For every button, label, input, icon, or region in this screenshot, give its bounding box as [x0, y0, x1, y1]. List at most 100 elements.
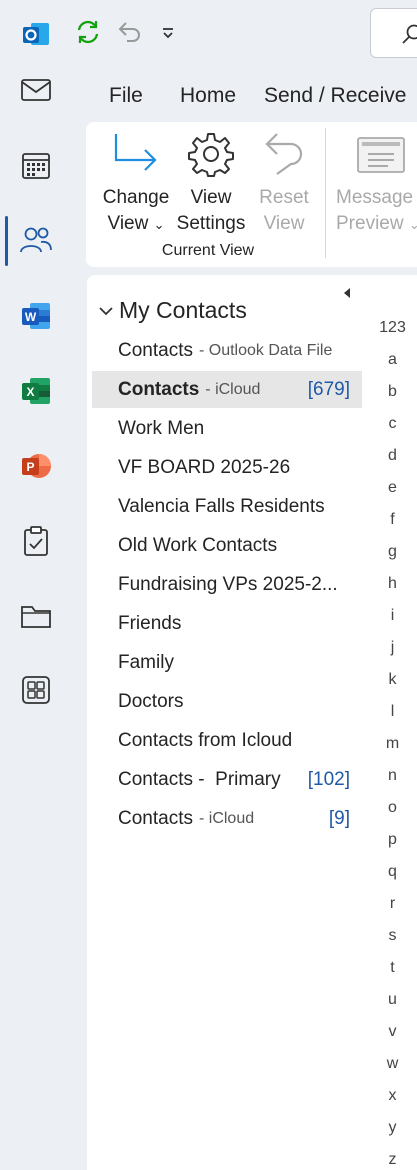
tasks-icon[interactable] [14, 519, 58, 563]
folder-vf-board[interactable]: VF BOARD 2025-26 [92, 449, 362, 486]
folder-contacts-primary[interactable]: Contacts - Primary [102] [92, 761, 362, 798]
folder-contacts-from-icloud[interactable]: Contacts from Icloud [92, 722, 362, 759]
change-view-label2: View [107, 213, 149, 234]
alphabet-index-item[interactable]: s [368, 927, 417, 945]
word-icon[interactable]: W [14, 294, 58, 338]
folder-icon[interactable] [14, 594, 58, 638]
folder-name: VF BOARD 2025-26 [118, 456, 291, 478]
alphabet-index-item[interactable]: c [368, 415, 417, 433]
chevron-down-icon: ⌄ [153, 217, 165, 232]
reset-view-button[interactable]: Reset View [252, 185, 316, 237]
tab-send-receive[interactable]: Send / Receive [264, 84, 406, 108]
alphabet-index-item[interactable]: z [368, 1151, 417, 1169]
collapse-pane-icon[interactable] [339, 285, 355, 301]
message-preview-icon [356, 134, 406, 181]
reset-view-label2: View [263, 213, 305, 234]
ribbon: Change View ⌄ View Settings Reset View M… [86, 122, 417, 267]
folder-contacts-outlook-data-file[interactable]: Contacts - Outlook Data File [92, 332, 362, 369]
alphabet-index-item[interactable]: r [368, 895, 417, 913]
folder-name: Fundraising VPs 2025-2... [118, 573, 338, 595]
section-title: My Contacts [119, 297, 247, 323]
svg-text:W: W [25, 310, 37, 324]
ribbon-separator [325, 128, 326, 258]
folder-name: Work Men [118, 417, 205, 439]
change-view-button[interactable]: Change View ⌄ [94, 185, 178, 238]
customize-toolbar-icon[interactable] [155, 20, 181, 46]
message-preview-label: Message [336, 187, 414, 208]
folder-count: [9] [328, 807, 350, 829]
reset-view-icon [261, 130, 307, 183]
powerpoint-icon[interactable]: P [14, 444, 58, 488]
folder-work-men[interactable]: Work Men [92, 410, 362, 447]
alphabet-index-item[interactable]: p [368, 831, 417, 849]
alphabet-index-item[interactable]: 123 [368, 319, 417, 337]
chevron-down-icon: ⌄ [408, 217, 417, 232]
folder-name: Family [118, 651, 174, 673]
alphabet-index-item[interactable]: e [368, 479, 417, 497]
alphabet-index-item[interactable]: f [368, 511, 417, 529]
view-settings-label: View [190, 187, 232, 208]
svg-text:P: P [26, 460, 34, 474]
apps-icon[interactable] [14, 668, 58, 712]
change-view-label: Change [102, 187, 170, 208]
alphabet-index-item[interactable]: h [368, 575, 417, 593]
alphabet-index-item[interactable]: l [368, 703, 417, 721]
alphabet-index-item[interactable]: v [368, 1023, 417, 1041]
folder-valencia-falls-residents[interactable]: Valencia Falls Residents [92, 488, 362, 525]
folder-contacts-icloud-2[interactable]: Contacts - iCloud [9] [92, 800, 362, 837]
alphabet-index-item[interactable]: n [368, 767, 417, 785]
folder-family[interactable]: Family [92, 644, 362, 681]
current-view-group-label: Current View [161, 242, 255, 259]
message-preview-button[interactable]: Message Preview ⌄ [336, 185, 417, 238]
alphabet-index-item[interactable]: g [368, 543, 417, 561]
alphabet-index-item[interactable]: w [368, 1055, 417, 1073]
tab-file[interactable]: File [109, 84, 143, 108]
mail-icon[interactable] [14, 68, 58, 112]
search-input[interactable] [370, 8, 417, 58]
calendar-icon[interactable] [14, 143, 58, 187]
alphabet-index-item[interactable]: t [368, 959, 417, 977]
view-settings-label2: Settings [176, 213, 246, 234]
outlook-logo-icon [14, 12, 58, 56]
view-settings-button[interactable]: View Settings [174, 185, 248, 237]
gear-icon [187, 130, 235, 183]
folder-count: [679] [307, 378, 350, 400]
folder-name: Doctors [118, 690, 184, 712]
alphabet-index-item[interactable]: x [368, 1087, 417, 1105]
alphabet-index-item[interactable]: j [368, 639, 417, 657]
alphabet-index-item[interactable]: a [368, 351, 417, 369]
folder-friends[interactable]: Friends [92, 605, 362, 642]
alphabet-index-item[interactable]: k [368, 671, 417, 689]
folder-name: Contacts [118, 339, 193, 361]
folder-source: - iCloud [205, 380, 261, 398]
folder-name: Contacts - Primary [118, 768, 281, 790]
alphabet-index-item[interactable]: i [368, 607, 417, 625]
people-icon[interactable] [14, 218, 58, 262]
alphabet-index: 123 a b c d e f g h i j k l m n o p q r s t u v w x y z [368, 275, 417, 1170]
excel-icon[interactable]: X [14, 369, 58, 413]
change-view-icon [112, 130, 160, 183]
folder-pane: My Contacts Contacts - Outlook Data File… [87, 275, 368, 1170]
alphabet-index-item[interactable]: u [368, 991, 417, 1009]
folder-contacts-icloud-selected[interactable]: Contacts - iCloud [679] [92, 371, 362, 408]
alphabet-index-item[interactable]: y [368, 1119, 417, 1137]
alphabet-index-item[interactable]: o [368, 799, 417, 817]
folder-fundraising-vps[interactable]: Fundraising VPs 2025-2... [92, 566, 362, 603]
folder-source: - Outlook Data File [198, 341, 333, 359]
folder-name: Valencia Falls Residents [118, 495, 325, 517]
folder-name: Friends [118, 612, 182, 634]
sync-icon[interactable] [72, 16, 104, 48]
my-contacts-header[interactable]: My Contacts [97, 297, 247, 324]
folder-doctors[interactable]: Doctors [92, 683, 362, 720]
app-rail: W X P [0, 0, 72, 1170]
folder-name: Contacts [118, 378, 200, 400]
active-indicator [5, 216, 8, 266]
alphabet-index-item[interactable]: m [368, 735, 417, 753]
folder-old-work-contacts[interactable]: Old Work Contacts [92, 527, 362, 564]
alphabet-index-item[interactable]: b [368, 383, 417, 401]
tab-home[interactable]: Home [180, 84, 236, 108]
alphabet-index-item[interactable]: q [368, 863, 417, 881]
undo-icon[interactable] [113, 16, 145, 48]
search-icon [402, 24, 417, 44]
alphabet-index-item[interactable]: d [368, 447, 417, 465]
